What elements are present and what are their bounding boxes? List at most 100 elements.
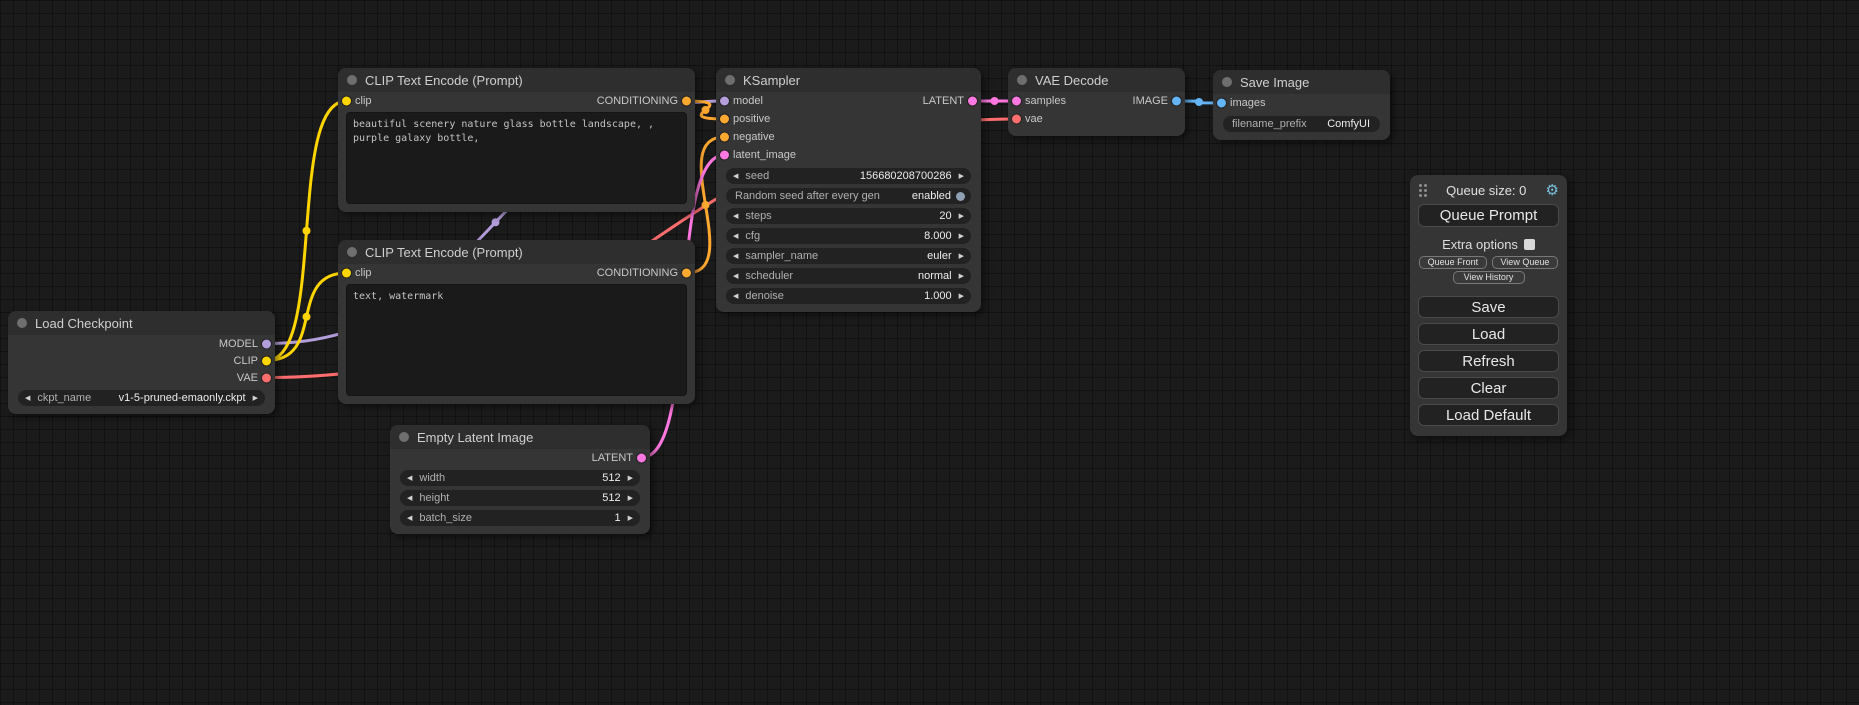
decrement-arrow-icon[interactable]: ◀: [407, 475, 412, 482]
widget-value: enabled: [912, 191, 951, 202]
queue-front-button[interactable]: Queue Front: [1419, 256, 1487, 269]
node-title-bar[interactable]: CLIP Text Encode (Prompt): [338, 68, 695, 92]
input-label: images: [1230, 97, 1265, 109]
sampler-name-widget[interactable]: ◀ sampler_name euler ▶: [726, 248, 971, 264]
collapse-dot-icon[interactable]: [347, 75, 357, 85]
input-port-model[interactable]: [720, 97, 729, 106]
input-port-images[interactable]: [1217, 99, 1226, 108]
node-title-bar[interactable]: KSampler: [716, 68, 981, 92]
input-port-positive[interactable]: [720, 115, 729, 124]
node-vae-decode[interactable]: VAE Decode samples IMAGE vae: [1008, 68, 1185, 136]
node-title: Empty Latent Image: [417, 430, 533, 445]
decrement-arrow-icon[interactable]: ◀: [25, 395, 30, 402]
cfg-widget[interactable]: ◀ cfg 8.000 ▶: [726, 228, 971, 244]
refresh-button[interactable]: Refresh: [1418, 350, 1559, 372]
load-default-button[interactable]: Load Default: [1418, 404, 1559, 426]
node-save-image[interactable]: Save Image images filename_prefix ComfyU…: [1213, 70, 1390, 140]
width-widget[interactable]: ◀ width 512 ▶: [400, 470, 640, 486]
input-port-vae[interactable]: [1012, 115, 1021, 124]
increment-arrow-icon[interactable]: ▶: [959, 273, 964, 280]
widget-label: Random seed after every gen: [735, 191, 880, 202]
increment-arrow-icon[interactable]: ▶: [959, 233, 964, 240]
node-load-checkpoint[interactable]: Load Checkpoint MODEL CLIP VAE ◀ ckpt_na…: [8, 311, 275, 414]
increment-arrow-icon[interactable]: ▶: [628, 515, 633, 522]
node-title-bar[interactable]: CLIP Text Encode (Prompt): [338, 240, 695, 264]
extra-options-checkbox[interactable]: [1524, 239, 1535, 250]
increment-arrow-icon[interactable]: ▶: [253, 395, 258, 402]
decrement-arrow-icon[interactable]: ◀: [407, 495, 412, 502]
output-port-vae[interactable]: [262, 373, 271, 382]
ckpt-name-widget[interactable]: ◀ ckpt_name v1-5-pruned-emaonly.ckpt ▶: [18, 390, 265, 406]
batch-size-widget[interactable]: ◀ batch_size 1 ▶: [400, 510, 640, 526]
node-clip-text-encode-positive[interactable]: CLIP Text Encode (Prompt) clip CONDITION…: [338, 68, 695, 212]
input-port-clip[interactable]: [342, 97, 351, 106]
decrement-arrow-icon[interactable]: ◀: [733, 253, 738, 260]
widget-value: ComfyUI: [1327, 119, 1370, 130]
toggle-dot-icon[interactable]: [956, 192, 965, 201]
denoise-widget[interactable]: ◀ denoise 1.000 ▶: [726, 288, 971, 304]
output-port-model[interactable]: [262, 339, 271, 348]
increment-arrow-icon[interactable]: ▶: [959, 173, 964, 180]
decrement-arrow-icon[interactable]: ◀: [733, 273, 738, 280]
save-button[interactable]: Save: [1418, 296, 1559, 318]
increment-arrow-icon[interactable]: ▶: [628, 495, 633, 502]
node-graph-canvas[interactable]: Load Checkpoint MODEL CLIP VAE ◀ ckpt_na…: [0, 0, 1859, 705]
node-title-bar[interactable]: VAE Decode: [1008, 68, 1185, 92]
clear-button[interactable]: Clear: [1418, 377, 1559, 399]
queue-prompt-button[interactable]: Queue Prompt: [1418, 204, 1559, 227]
link-midpoint-dot[interactable]: [1195, 98, 1203, 106]
link-midpoint-dot[interactable]: [303, 313, 311, 321]
decrement-arrow-icon[interactable]: ◀: [733, 233, 738, 240]
output-label: CONDITIONING: [597, 95, 678, 107]
collapse-dot-icon[interactable]: [399, 432, 409, 442]
node-title-bar[interactable]: Empty Latent Image: [390, 425, 650, 449]
drag-handle-icon[interactable]: [1418, 183, 1427, 197]
collapse-dot-icon[interactable]: [17, 318, 27, 328]
increment-arrow-icon[interactable]: ▶: [959, 293, 964, 300]
view-history-button[interactable]: View History: [1453, 271, 1525, 284]
steps-widget[interactable]: ◀ steps 20 ▶: [726, 208, 971, 224]
node-title-bar[interactable]: Load Checkpoint: [8, 311, 275, 335]
collapse-dot-icon[interactable]: [1017, 75, 1027, 85]
output-port-image[interactable]: [1172, 97, 1181, 106]
prompt-textarea[interactable]: text, watermark: [346, 284, 687, 396]
collapse-dot-icon[interactable]: [725, 75, 735, 85]
output-port-latent[interactable]: [968, 97, 977, 106]
output-port-latent[interactable]: [637, 453, 646, 462]
input-port-latent-image[interactable]: [720, 151, 729, 160]
output-port-clip[interactable]: [262, 356, 271, 365]
seed-widget[interactable]: ◀ seed 156680208700286 ▶: [726, 168, 971, 184]
decrement-arrow-icon[interactable]: ◀: [733, 173, 738, 180]
collapse-dot-icon[interactable]: [1222, 77, 1232, 87]
load-button[interactable]: Load: [1418, 323, 1559, 345]
input-port-clip[interactable]: [342, 269, 351, 278]
input-port-samples[interactable]: [1012, 97, 1021, 106]
link-midpoint-dot[interactable]: [492, 218, 500, 226]
random-seed-toggle-widget[interactable]: Random seed after every gen enabled: [726, 188, 971, 204]
control-panel: Queue size: 0 ⚙ Queue Prompt Extra optio…: [1410, 175, 1567, 436]
decrement-arrow-icon[interactable]: ◀: [733, 213, 738, 220]
input-port-negative[interactable]: [720, 133, 729, 142]
node-clip-text-encode-negative[interactable]: CLIP Text Encode (Prompt) clip CONDITION…: [338, 240, 695, 404]
node-ksampler[interactable]: KSampler model LATENT positive negative …: [716, 68, 981, 312]
decrement-arrow-icon[interactable]: ◀: [407, 515, 412, 522]
prompt-textarea[interactable]: beautiful scenery nature glass bottle la…: [346, 112, 687, 204]
node-empty-latent-image[interactable]: Empty Latent Image LATENT ◀ width 512 ▶ …: [390, 425, 650, 534]
link-midpoint-dot[interactable]: [702, 201, 710, 209]
filename-prefix-widget[interactable]: filename_prefix ComfyUI: [1223, 116, 1380, 132]
link-midpoint-dot[interactable]: [991, 97, 999, 105]
increment-arrow-icon[interactable]: ▶: [959, 213, 964, 220]
increment-arrow-icon[interactable]: ▶: [628, 475, 633, 482]
view-queue-button[interactable]: View Queue: [1492, 256, 1558, 269]
settings-gear-icon[interactable]: ⚙: [1546, 183, 1559, 198]
collapse-dot-icon[interactable]: [347, 247, 357, 257]
scheduler-widget[interactable]: ◀ scheduler normal ▶: [726, 268, 971, 284]
node-title-bar[interactable]: Save Image: [1213, 70, 1390, 94]
output-port-conditioning[interactable]: [682, 97, 691, 106]
output-port-conditioning[interactable]: [682, 269, 691, 278]
height-widget[interactable]: ◀ height 512 ▶: [400, 490, 640, 506]
link-midpoint-dot[interactable]: [303, 227, 311, 235]
link-midpoint-dot[interactable]: [702, 106, 710, 114]
decrement-arrow-icon[interactable]: ◀: [733, 293, 738, 300]
increment-arrow-icon[interactable]: ▶: [959, 253, 964, 260]
